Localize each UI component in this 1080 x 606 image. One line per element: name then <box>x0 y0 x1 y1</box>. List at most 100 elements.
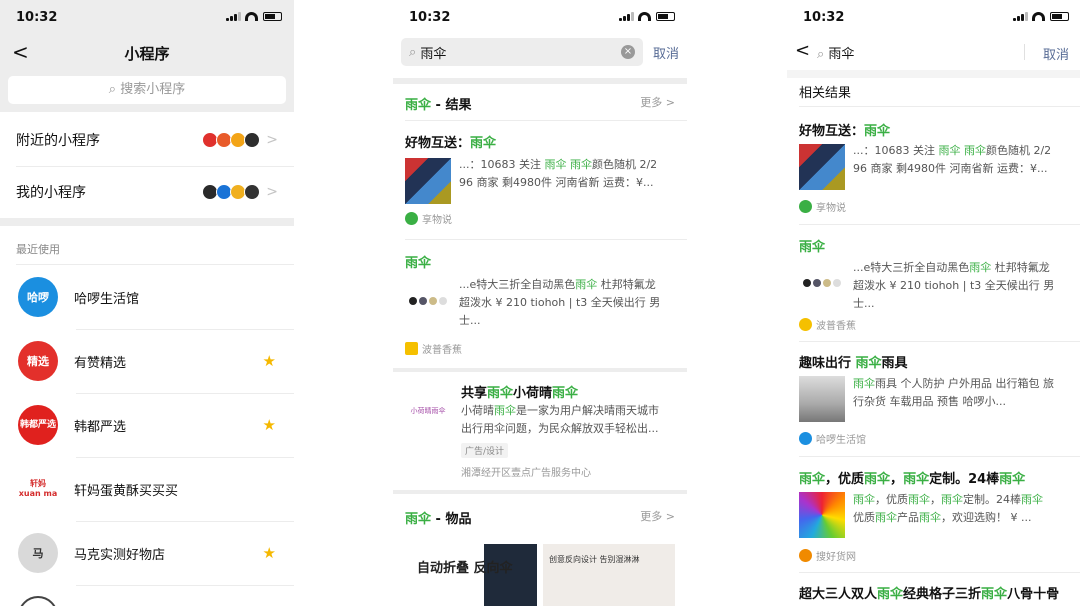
result-title: 好物互送：雨伞 <box>405 136 497 151</box>
search-placeholder: 搜索小程序 <box>120 82 186 97</box>
avatar: 马 <box>18 533 58 573</box>
result-title: 趣味出行 雨伞雨具 <box>799 356 908 371</box>
list-item-app[interactable]: 马 马克实测好物店 ★ <box>0 521 294 585</box>
battery-icon <box>656 12 675 21</box>
avatar: 轩妈 xuan ma <box>18 469 58 509</box>
signal-icon <box>226 12 241 21</box>
menu-label: 附近的小程序 <box>16 133 100 149</box>
section-title: 雨伞 - 物品 <box>405 512 472 527</box>
mini-programs-screen: 10:32 < 小程序 ⌕ 搜索小程序 附近的小程序 > 我的小程序 > 最近使… <box>0 0 294 606</box>
result-title: 雨伞，优质雨伞，雨伞定制。24棒雨伞 <box>799 472 1026 487</box>
result-desc: ...e特大三折全自动黑色雨伞 杜邦特氟龙 超泼水 ¥ 210 tiohoh | … <box>459 278 661 327</box>
status-time: 10:32 <box>803 10 845 25</box>
status-icons <box>619 12 675 21</box>
search-query: 雨伞 <box>420 46 447 62</box>
cancel-button[interactable]: 取消 <box>653 43 679 62</box>
ad-card[interactable]: 小荷晴雨伞 共享雨伞小荷晴雨伞 小荷晴雨伞是一家为用户解决晴雨天城市 出行用伞问题… <box>393 372 687 490</box>
signal-icon <box>619 12 634 21</box>
ad-logo: 小荷晴雨伞 <box>405 382 451 428</box>
related-results-screen: 10:32 < ⌕ 雨伞 取消 相关结果 好物互送：雨伞 ...：10683 关… <box>787 0 1080 606</box>
ad-title: 共享雨伞小荷晴雨伞 <box>461 386 579 401</box>
divider <box>76 585 294 586</box>
wifi-icon <box>245 12 258 21</box>
divider <box>799 224 1080 225</box>
search-input[interactable]: ⌕ 雨伞 × <box>401 38 643 66</box>
product-thumbnail <box>799 376 845 422</box>
recent-used-label: 最近使用 <box>16 243 60 256</box>
list-item-app[interactable]: 哈啰 哈啰生活馆 <box>0 265 294 329</box>
result-title[interactable]: 超大三人双人雨伞经典格子三折雨伞八骨十骨 <box>799 583 1059 602</box>
result-desc: 雨伞，优质雨伞，雨伞定制。24棒雨伞 优质雨伞产品雨伞，欢迎选购！ ¥ ... <box>853 493 1043 524</box>
result-desc: 雨伞雨具 个人防护 户外用品 出行箱包 旅行杂货 车载用品 预售 哈啰小... <box>853 377 1054 408</box>
cancel-button[interactable]: 取消 <box>1043 44 1069 63</box>
result-source: 哈啰生活馆 <box>799 431 866 446</box>
chevron-right-icon: > <box>266 132 278 148</box>
search-icon: ⌕ <box>409 44 421 60</box>
battery-icon <box>1050 12 1069 21</box>
app-name: 韩都严选 <box>74 419 127 435</box>
avatar: 哈啰 <box>18 277 58 317</box>
result-title: 雨伞 <box>799 240 826 255</box>
source-icon <box>799 318 812 331</box>
product-thumbnail <box>799 144 845 190</box>
more-link[interactable]: 更多 > <box>640 508 675 524</box>
back-button[interactable]: < <box>795 40 810 61</box>
divider <box>405 239 687 240</box>
result-source: 波普香蕉 <box>405 341 462 356</box>
result-source: 波普香蕉 <box>799 317 856 332</box>
ad-desc: 小荷晴雨伞是一家为用户解决晴雨天城市 出行用伞问题，为民众解放双手轻松出... <box>461 404 659 435</box>
app-name: 有赞精选 <box>74 355 127 371</box>
source-icon <box>799 432 812 445</box>
goods-item[interactable]: 创意反向设计 告别湿淋淋 <box>543 544 675 606</box>
result-source: 享物说 <box>799 199 846 214</box>
result-source: 享物说 <box>405 211 452 226</box>
search-input[interactable]: ⌕ 搜索小程序 <box>8 76 286 104</box>
status-icons <box>1013 12 1069 21</box>
star-icon[interactable]: ★ <box>263 416 276 434</box>
avatar: 韩都严选 <box>18 405 58 445</box>
result-desc: ...：10683 关注 雨伞 雨伞颜色随机 2/2 96 商家 剩4980件 河… <box>853 144 1052 175</box>
app-icon <box>244 132 261 148</box>
mini-program-icon: ⌕ <box>817 47 829 62</box>
chevron-right-icon: > <box>266 184 278 200</box>
nearby-app-icons: > <box>202 132 278 148</box>
result-desc: ...：10683 关注 雨伞 雨伞颜色随机 2/2 96 商家 剩4980件 河… <box>459 158 658 189</box>
list-item-app[interactable]: 韩都严选 韩都严选 ★ <box>0 393 294 457</box>
signal-icon <box>1013 12 1028 21</box>
divider <box>799 106 1080 107</box>
result-source: 搜好货网 <box>799 548 856 563</box>
page-title: 小程序 <box>124 45 170 63</box>
result-title: 雨伞 <box>405 256 432 271</box>
menu-nearby-mini-programs[interactable]: 附近的小程序 > <box>0 114 294 166</box>
avatar: 精选 <box>18 341 58 381</box>
section-gap <box>0 218 294 226</box>
status-time: 10:32 <box>16 10 58 25</box>
status-bar: 10:32 <box>0 0 294 34</box>
status-time: 10:32 <box>409 10 451 25</box>
my-app-icons: > <box>202 184 278 200</box>
app-icon <box>244 184 261 200</box>
search-icon: ⌕ <box>108 82 121 97</box>
divider <box>799 456 1080 457</box>
status-bar: 10:32 <box>787 0 1080 34</box>
product-thumbnail <box>405 158 451 204</box>
ad-source: 湘潭经开区壹点广告服务中心 <box>461 468 591 479</box>
menu-my-mini-programs[interactable]: 我的小程序 > <box>0 166 294 218</box>
wifi-icon <box>638 12 651 21</box>
list-item-app[interactable]: 轩妈 xuan ma 轩妈蛋黄酥买买买 <box>0 457 294 521</box>
list-item-app[interactable]: 精选 有赞精选 ★ <box>0 329 294 393</box>
search-results-screen: 10:32 ⌕ 雨伞 × 取消 雨伞 - 结果 更多 > 好物互送：雨伞 ...… <box>393 0 687 606</box>
divider <box>1024 44 1025 60</box>
star-icon[interactable]: ★ <box>263 544 276 562</box>
clear-icon[interactable]: × <box>621 45 635 59</box>
wifi-icon <box>1032 12 1045 21</box>
divider <box>405 120 687 121</box>
star-icon[interactable]: ★ <box>263 352 276 370</box>
search-query[interactable]: ⌕ 雨伞 <box>817 43 854 62</box>
goods-item[interactable]: 自动折叠 反向伞 <box>405 544 537 606</box>
section-title: 雨伞 - 结果 <box>405 98 472 113</box>
divider <box>799 341 1080 342</box>
more-link[interactable]: 更多 > <box>640 94 675 110</box>
section-gap <box>787 70 1080 78</box>
product-thumbnail <box>405 278 451 324</box>
